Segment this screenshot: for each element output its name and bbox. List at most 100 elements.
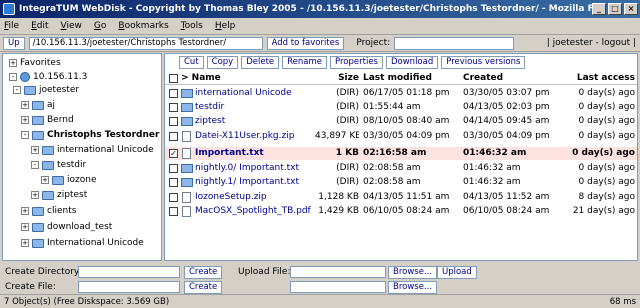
folder-icon bbox=[42, 145, 54, 155]
row-checkbox[interactable] bbox=[169, 178, 178, 187]
window-titlebar: IntegraTUM WebDisk - Copyright by Thomas… bbox=[0, 0, 640, 18]
tree-item-clients[interactable]: + clients bbox=[21, 205, 76, 217]
create-directory-button[interactable]: Create bbox=[184, 265, 223, 279]
collapse-icon[interactable]: - bbox=[31, 161, 39, 169]
browse-button[interactable]: Browse... bbox=[388, 265, 438, 279]
tree-item-label: clients bbox=[47, 206, 77, 216]
create-directory-input[interactable] bbox=[78, 266, 180, 278]
expand-icon[interactable]: + bbox=[31, 146, 39, 154]
expand-icon[interactable]: + bbox=[9, 59, 17, 67]
expand-icon[interactable]: + bbox=[21, 239, 29, 247]
tree-item-testdir[interactable]: - testdir bbox=[31, 159, 86, 171]
folder-icon bbox=[52, 175, 64, 185]
collapse-icon[interactable]: - bbox=[21, 131, 29, 139]
close-button[interactable]: × bbox=[624, 3, 638, 15]
file-created: 01:46:32 am bbox=[463, 148, 527, 158]
table-row[interactable]: testdir (DIR) 01:55:44 am 04/13/05 02:03… bbox=[165, 101, 637, 114]
cut-button[interactable]: Cut bbox=[179, 55, 204, 69]
expand-icon[interactable]: + bbox=[21, 116, 29, 124]
table-row[interactable]: international Unicode (DIR) 06/17/05 01:… bbox=[165, 87, 637, 100]
file-access: 0 day(s) ago bbox=[578, 88, 635, 98]
row-checkbox[interactable] bbox=[169, 207, 178, 216]
minimize-button[interactable]: _ bbox=[592, 3, 606, 15]
table-row[interactable]: Datei-X11User.pkg.zip 43,897 KB 03/30/05… bbox=[165, 130, 637, 143]
menu-file[interactable]: File bbox=[4, 21, 19, 31]
modified-column-header[interactable]: Last modified bbox=[363, 72, 463, 85]
tree-item-download-test[interactable]: + download_test bbox=[21, 221, 112, 233]
name-column-header[interactable]: > Name bbox=[181, 72, 221, 85]
size-column-header[interactable]: Size bbox=[315, 72, 359, 85]
file-access: 0 day(s) ago bbox=[578, 131, 635, 141]
file-created: 04/14/05 09:45 am bbox=[463, 116, 550, 126]
folder-icon bbox=[181, 117, 193, 126]
tree-item-christophs-testordner[interactable]: - Christophs Testordner bbox=[21, 129, 159, 141]
project-input[interactable] bbox=[394, 36, 515, 50]
tree-item-international-unicode[interactable]: + international Unicode bbox=[31, 144, 154, 156]
access-column-header[interactable]: Last access bbox=[565, 72, 635, 85]
table-row-selected[interactable]: ✓ Important.txt 1 KB 02:16:58 am 01:46:3… bbox=[165, 147, 637, 160]
table-row[interactable]: MacOSX_Spotlight_TB.pdf 1,429 KB 06/10/0… bbox=[165, 205, 637, 218]
path-input[interactable]: /10.156.11.3/joetester/Christophs Testor… bbox=[28, 36, 263, 50]
status-object-count: 7 Object(s) (Free Diskspace: 3.569 GB) bbox=[4, 296, 170, 307]
tree-item-ziptest[interactable]: + ziptest bbox=[31, 189, 87, 201]
delete-button[interactable]: Delete bbox=[241, 55, 280, 69]
upload-file-input[interactable] bbox=[290, 266, 386, 278]
file-modified: 02:16:58 am bbox=[363, 148, 427, 158]
file-access: 0 day(s) ago bbox=[578, 177, 635, 187]
row-checkbox[interactable] bbox=[169, 132, 178, 141]
file-modified: 01:55:44 am bbox=[363, 102, 421, 112]
folder-icon bbox=[32, 206, 44, 216]
rename-button[interactable]: Rename bbox=[282, 55, 328, 69]
tree-item-server[interactable]: - 10.156.11.3 bbox=[9, 71, 87, 83]
menu-go[interactable]: Go bbox=[94, 21, 107, 31]
row-checkbox-checked[interactable]: ✓ bbox=[169, 149, 178, 158]
tree-item-bernd[interactable]: + Bernd bbox=[21, 114, 74, 126]
menu-bookmarks[interactable]: Bookmarks bbox=[118, 21, 168, 31]
file-modified: 06/17/05 01:18 pm bbox=[363, 88, 450, 98]
menu-help[interactable]: Help bbox=[215, 21, 236, 31]
expand-icon[interactable]: + bbox=[41, 176, 49, 184]
row-checkbox[interactable] bbox=[169, 164, 178, 173]
globe-icon bbox=[20, 72, 30, 82]
previous-versions-button[interactable]: Previous versions bbox=[441, 55, 526, 69]
user-logout-link[interactable]: | joetester - logout | bbox=[547, 38, 636, 48]
table-row[interactable]: ziptest (DIR) 08/10/05 08:40 am 04/14/05… bbox=[165, 115, 637, 128]
add-to-favorites-button[interactable]: Add to favorites bbox=[266, 36, 345, 50]
browse-button-2[interactable]: Browse... bbox=[388, 280, 438, 294]
row-checkbox[interactable] bbox=[169, 193, 178, 202]
folder-icon bbox=[181, 89, 193, 98]
collapse-icon[interactable]: - bbox=[13, 86, 21, 94]
expand-icon[interactable]: + bbox=[21, 223, 29, 231]
created-column-header[interactable]: Created bbox=[463, 72, 563, 85]
row-checkbox[interactable] bbox=[169, 103, 178, 112]
row-checkbox[interactable] bbox=[169, 89, 178, 98]
select-all-checkbox[interactable] bbox=[169, 74, 178, 83]
upload-button[interactable]: Upload bbox=[437, 265, 477, 279]
properties-button[interactable]: Properties bbox=[330, 55, 383, 69]
expand-icon[interactable]: + bbox=[21, 101, 29, 109]
tree-item-international-unicode-2[interactable]: + International Unicode bbox=[21, 237, 144, 249]
download-button[interactable]: Download bbox=[385, 55, 439, 69]
create-file-button[interactable]: Create bbox=[184, 280, 223, 294]
up-button[interactable]: Up bbox=[3, 36, 25, 50]
menu-edit[interactable]: Edit bbox=[31, 21, 48, 31]
tree-item-joetester[interactable]: - joetester bbox=[13, 84, 79, 96]
tree-item-aj[interactable]: + aj bbox=[21, 99, 55, 111]
upload-file-input-2[interactable] bbox=[290, 281, 386, 293]
expand-icon[interactable]: + bbox=[31, 191, 39, 199]
window-title: IntegraTUM WebDisk - Copyright by Thomas… bbox=[19, 4, 592, 14]
expand-icon[interactable]: + bbox=[21, 207, 29, 215]
table-row[interactable]: IozoneSetup.zip 1,128 KB 04/13/05 11:51 … bbox=[165, 191, 637, 204]
row-checkbox[interactable] bbox=[169, 117, 178, 126]
create-file-input[interactable] bbox=[78, 281, 180, 293]
table-row[interactable]: nightly.0/ Important.txt (DIR) 02:08:58 … bbox=[165, 162, 637, 175]
menu-tools[interactable]: Tools bbox=[181, 21, 203, 31]
tree-item-iozone[interactable]: + iozone bbox=[41, 174, 96, 186]
maximize-button[interactable]: □ bbox=[608, 3, 622, 15]
menu-view[interactable]: View bbox=[61, 21, 82, 31]
table-row[interactable]: nightly.1/ Important.txt (DIR) 02:08:58 … bbox=[165, 176, 637, 189]
project-label: Project: bbox=[356, 38, 391, 48]
collapse-icon[interactable]: - bbox=[9, 73, 17, 81]
tree-item-favorites[interactable]: + Favorites bbox=[9, 57, 61, 69]
copy-button[interactable]: Copy bbox=[206, 55, 239, 69]
